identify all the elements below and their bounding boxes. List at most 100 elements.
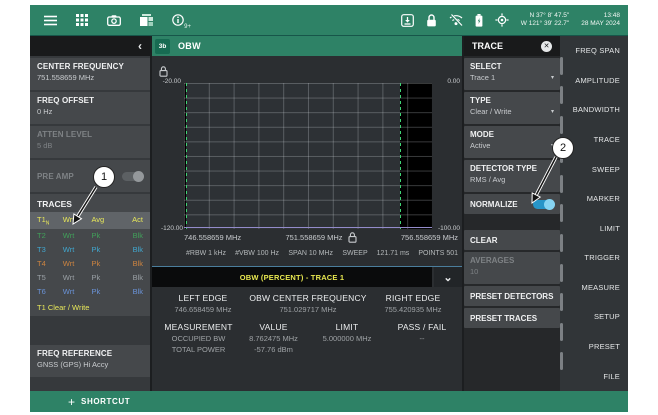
freq-stop-label: 756.558659 MHz xyxy=(401,233,458,242)
camera-icon[interactable] xyxy=(107,15,121,26)
mode-dropdown[interactable]: MODE Active ▾ xyxy=(464,126,560,158)
trace-type: Wrt xyxy=(63,287,92,296)
main-area: ‹ CENTER FREQUENCY 751.558659 MHz FREQ O… xyxy=(30,35,628,391)
lock-icon xyxy=(348,232,357,243)
select-value: Trace 1 xyxy=(470,73,495,82)
averages-value: 10 xyxy=(470,267,478,276)
nav-limit[interactable]: LIMIT xyxy=(560,213,628,243)
pre-amp-label: PRE AMP xyxy=(37,172,74,181)
trace-type: Wrt xyxy=(63,273,92,282)
trace-menu-header: TRACE ✕ xyxy=(464,36,560,56)
info-icon[interactable]: 9+ xyxy=(172,14,184,26)
collapse-sidebar-button[interactable]: ‹ xyxy=(138,39,142,53)
type-dropdown[interactable]: TYPE Clear / Write ▾ xyxy=(464,92,560,124)
right-edge-value: 755.420935 MHz xyxy=(368,305,458,314)
spectrum-plot[interactable] xyxy=(184,83,432,229)
select-label: SELECT xyxy=(470,62,554,71)
nav-freq-span[interactable]: FREQ SPAN xyxy=(560,36,628,66)
col-value: VALUE xyxy=(239,322,308,332)
nav-sweep[interactable]: SWEEP xyxy=(560,154,628,184)
trace-detector: Pk xyxy=(91,287,120,296)
preset-detectors-label: PRESET DETECTORS xyxy=(470,292,553,301)
wifi-off-icon[interactable] xyxy=(449,14,463,26)
obw-result-title-bar: OBW (PERCENT) - TRACE 1 xyxy=(152,267,432,287)
sweep-value: 121.71 ms xyxy=(377,250,410,257)
obw-result-header: OBW (PERCENT) - TRACE 1 ⌄ xyxy=(152,266,462,287)
app-icon[interactable]: 3b xyxy=(155,39,170,54)
chevron-down-icon: ▾ xyxy=(551,74,554,81)
preset-detectors-button[interactable]: PRESET DETECTORS xyxy=(464,286,560,306)
freq-reference-value: GNSS (GPS) Hi Accy xyxy=(37,360,143,369)
trace-state: Blk xyxy=(120,273,143,282)
trace-state: Blk xyxy=(120,245,143,254)
info-badge: 9+ xyxy=(184,24,191,30)
preset-traces-button[interactable]: PRESET TRACES xyxy=(464,308,560,328)
freq-offset-item[interactable]: FREQ OFFSET 0 Hz xyxy=(30,92,150,124)
close-icon[interactable]: ✕ xyxy=(541,41,552,52)
callout-1-badge: 1 xyxy=(93,166,115,188)
trace1-line xyxy=(184,227,432,229)
freq-center-group: 751.558659 MHz xyxy=(285,232,356,243)
traces-panel: TRACES T1N Wrt Avg Act T2 Wrt Pk Blk T3 … xyxy=(30,194,150,316)
nav-measure[interactable]: MEASURE xyxy=(560,273,628,303)
trace-row-t1[interactable]: T1N Wrt Avg Act xyxy=(30,212,150,229)
occupied-bw-result: -- xyxy=(386,334,458,343)
nav-trigger[interactable]: TRIGGER xyxy=(560,243,628,273)
trace-row-t5[interactable]: T5 Wrt Pk Blk xyxy=(30,271,150,285)
total-power-result xyxy=(386,345,458,354)
lock-icon[interactable] xyxy=(426,14,437,27)
table-row: OCCUPIED BW 8.762475 MHz 5.000000 MHz -- xyxy=(158,334,458,343)
nav-file[interactable]: FILE xyxy=(560,361,628,391)
trace-id: T5 xyxy=(37,273,63,282)
trace-row-t2[interactable]: T2 Wrt Pk Blk xyxy=(30,229,150,243)
date-label: 28 MAY 2024 xyxy=(581,20,620,29)
center-frequency-item[interactable]: CENTER FREQUENCY 751.558659 MHz xyxy=(30,58,150,90)
normalize-label: NORMALIZE xyxy=(470,200,518,209)
trace-detector: Pk xyxy=(91,245,120,254)
detector-type-value: RMS / Avg xyxy=(470,175,505,184)
status-right-icons: N 37° 8' 47.5" W 121° 39' 22.7" 13:48 28… xyxy=(401,12,620,29)
obw-center-value: 751.029717 MHz xyxy=(248,305,368,314)
trace-id: T1N xyxy=(37,215,63,227)
window-switcher-icon[interactable] xyxy=(140,14,153,26)
select-trace-dropdown[interactable]: SELECT Trace 1 ▾ xyxy=(464,58,560,90)
nav-marker[interactable]: MARKER xyxy=(560,184,628,214)
nav-amplitude[interactable]: AMPLITUDE xyxy=(560,66,628,96)
freq-reference-item[interactable]: FREQ REFERENCE GNSS (GPS) Hi Accy xyxy=(30,345,150,377)
battery-icon[interactable] xyxy=(475,14,483,27)
gps-location-icon[interactable] xyxy=(495,13,509,27)
settings-sidebar: ‹ CENTER FREQUENCY 751.558659 MHz FREQ O… xyxy=(30,36,150,391)
right-nav-column: FREQ SPAN AMPLITUDE BANDWIDTH TRACE SWEE… xyxy=(560,36,628,391)
screenshot-save-icon[interactable] xyxy=(401,14,414,27)
traces-status: T1 Clear / Write xyxy=(30,299,150,314)
obw-measurement-table: LEFT EDGE 746.658459 MHz OBW CENTER FREQ… xyxy=(152,287,462,391)
trace-row-t4[interactable]: T4 Wrt Pk Blk xyxy=(30,257,150,271)
trace-state: Act xyxy=(120,215,143,227)
trace-row-t3[interactable]: T3 Wrt Pk Blk xyxy=(30,243,150,257)
clear-button[interactable]: CLEAR xyxy=(464,230,560,250)
freq-center-label: 751.558659 MHz xyxy=(285,233,342,242)
center-frequency-label: CENTER FREQUENCY xyxy=(37,62,143,71)
trace-row-t6[interactable]: T6 Wrt Pk Blk xyxy=(30,285,150,299)
obw-edges-header-row: LEFT EDGE 746.658459 MHz OBW CENTER FREQ… xyxy=(158,293,458,314)
tab-obw[interactable]: OBW xyxy=(178,41,201,51)
normalize-toggle[interactable] xyxy=(533,200,554,209)
pre-amp-toggle[interactable] xyxy=(122,172,143,181)
hamburger-menu-icon[interactable] xyxy=(44,15,57,26)
obw-center-header: OBW CENTER FREQUENCY xyxy=(248,293,368,303)
apps-grid-icon[interactable] xyxy=(76,14,88,26)
trace-type: Wrt xyxy=(63,259,92,268)
trace-state: Blk xyxy=(120,259,143,268)
total-power-value: -57.76 dBm xyxy=(239,345,308,354)
gps-longitude: W 121° 39' 22.7" xyxy=(521,20,569,29)
measurement-panel: 3b OBW -20.00 -120.00 0.00 -100.00 xyxy=(150,36,462,391)
shortcut-bar[interactable]: + SHORTCUT xyxy=(30,391,628,412)
nav-preset[interactable]: PRESET xyxy=(560,332,628,362)
trace-detector: Avg xyxy=(91,215,120,227)
detector-type-item[interactable]: DETECTOR TYPE RMS / Avg xyxy=(464,160,560,192)
nav-bandwidth[interactable]: BANDWIDTH xyxy=(560,95,628,125)
nav-setup[interactable]: SETUP xyxy=(560,302,628,332)
vbw-label: #VBW 100 Hz xyxy=(235,250,279,257)
pre-amp-item: PRE AMP xyxy=(30,160,150,192)
chevron-down-icon[interactable]: ⌄ xyxy=(434,267,462,287)
